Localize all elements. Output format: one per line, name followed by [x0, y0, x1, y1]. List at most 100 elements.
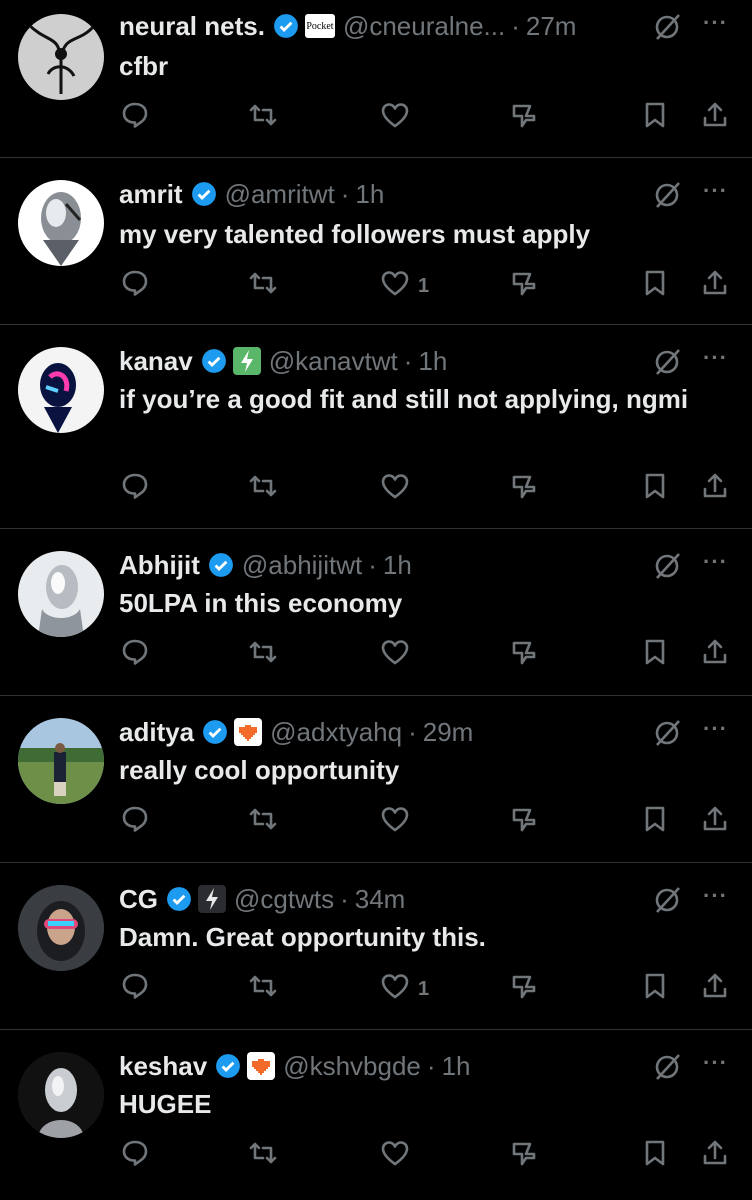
- author-handle[interactable]: @amritwt: [225, 179, 335, 210]
- author-name[interactable]: keshav: [119, 1051, 207, 1082]
- action-bar: 1: [0, 268, 752, 304]
- author-handle[interactable]: @kshvbgde: [283, 1051, 421, 1082]
- more-options-icon[interactable]: ···: [703, 178, 728, 204]
- avatar[interactable]: [18, 14, 104, 100]
- dislike-icon[interactable]: [510, 971, 544, 1005]
- dislike-icon[interactable]: [510, 268, 544, 302]
- bolt-badge-icon[interactable]: [232, 347, 261, 375]
- more-options-icon[interactable]: ···: [703, 345, 728, 371]
- reply-icon[interactable]: [120, 637, 154, 671]
- repost-icon[interactable]: [248, 804, 282, 838]
- post[interactable]: amrit @amritwt · 1h ··· my very talented…: [0, 158, 752, 325]
- post-time[interactable]: 29m: [423, 717, 474, 748]
- author-name[interactable]: Abhijit: [119, 550, 200, 581]
- author-name[interactable]: amrit: [119, 179, 183, 210]
- repost-icon[interactable]: [248, 100, 282, 134]
- more-options-icon[interactable]: ···: [703, 1050, 728, 1076]
- bookmark-icon[interactable]: [640, 100, 674, 134]
- repost-icon[interactable]: [248, 471, 282, 505]
- author-handle[interactable]: @adxtyahq: [270, 717, 402, 748]
- post[interactable]: CG @cgtwts · 34m ··· Damn. Great opportu…: [0, 863, 752, 1030]
- reply-icon[interactable]: [120, 804, 154, 838]
- more-options-icon[interactable]: ···: [703, 716, 728, 742]
- repost-icon[interactable]: [248, 637, 282, 671]
- like-icon[interactable]: [380, 268, 414, 302]
- pixel-heart-badge-icon[interactable]: [247, 1052, 276, 1080]
- reply-icon[interactable]: [120, 100, 154, 134]
- bookmark-icon[interactable]: [640, 471, 674, 505]
- grok-icon[interactable]: [652, 1052, 682, 1082]
- dislike-icon[interactable]: [510, 804, 544, 838]
- post-time[interactable]: 1h: [418, 346, 447, 377]
- more-options-icon[interactable]: ···: [703, 883, 728, 909]
- grok-icon[interactable]: [652, 551, 682, 581]
- share-icon[interactable]: [700, 471, 734, 505]
- author-handle[interactable]: @kanavtwt: [269, 346, 398, 377]
- bookmark-icon[interactable]: [640, 971, 674, 1005]
- avatar[interactable]: [18, 551, 104, 637]
- post[interactable]: aditya @adxtyahq · 29m ··· really cool o…: [0, 696, 752, 863]
- pixel-heart-badge-icon[interactable]: [234, 718, 263, 746]
- more-options-icon[interactable]: ···: [703, 10, 728, 36]
- share-icon[interactable]: [700, 971, 734, 1005]
- dislike-icon[interactable]: [510, 637, 544, 671]
- like-icon[interactable]: [380, 471, 414, 505]
- share-icon[interactable]: [700, 100, 734, 134]
- author-handle[interactable]: @cgtwts: [234, 884, 334, 915]
- repost-icon[interactable]: [248, 971, 282, 1005]
- post[interactable]: kanav @kanavtwt · 1h ··· if you’re a goo…: [0, 325, 752, 529]
- avatar[interactable]: [18, 180, 104, 266]
- avatar[interactable]: [18, 885, 104, 971]
- post[interactable]: keshav @kshvbgde · 1h ··· HUGEE: [0, 1030, 752, 1197]
- post-time[interactable]: 1h: [442, 1051, 471, 1082]
- repost-icon[interactable]: [248, 1138, 282, 1172]
- action-bar: [0, 1138, 752, 1174]
- post[interactable]: Abhijit @abhijitwt · 1h ··· 50LPA in thi…: [0, 529, 752, 696]
- more-options-icon[interactable]: ···: [703, 549, 728, 575]
- grok-icon[interactable]: [652, 12, 682, 42]
- post-time[interactable]: 34m: [355, 884, 406, 915]
- like-icon[interactable]: [380, 100, 414, 134]
- post-time[interactable]: 1h: [355, 179, 384, 210]
- share-icon[interactable]: [700, 637, 734, 671]
- like-icon[interactable]: [380, 1138, 414, 1172]
- bookmark-icon[interactable]: [640, 637, 674, 671]
- post[interactable]: neural nets. Pocket @cneuralne... · 27m …: [0, 0, 752, 158]
- author-name[interactable]: CG: [119, 884, 158, 915]
- dislike-icon[interactable]: [510, 1138, 544, 1172]
- grok-icon[interactable]: [652, 718, 682, 748]
- author-name[interactable]: aditya: [119, 717, 194, 748]
- bookmark-icon[interactable]: [640, 804, 674, 838]
- bolt-badge-icon[interactable]: [198, 885, 226, 913]
- author-name[interactable]: neural nets.: [119, 11, 265, 42]
- bookmark-icon[interactable]: [640, 1138, 674, 1172]
- author-handle[interactable]: @abhijitwt: [242, 550, 362, 581]
- bookmark-icon[interactable]: [640, 268, 674, 302]
- post-time[interactable]: 1h: [383, 550, 412, 581]
- reply-icon[interactable]: [120, 1138, 154, 1172]
- avatar[interactable]: [18, 347, 104, 433]
- grok-icon[interactable]: [652, 347, 682, 377]
- affiliate-badge[interactable]: Pocket: [304, 14, 335, 38]
- reply-icon[interactable]: [120, 471, 154, 505]
- post-header: neural nets. Pocket @cneuralne... · 27m: [119, 10, 632, 42]
- dislike-icon[interactable]: [510, 100, 544, 134]
- reply-icon[interactable]: [120, 268, 154, 302]
- post-header: aditya @adxtyahq · 29m: [119, 716, 632, 748]
- repost-icon[interactable]: [248, 268, 282, 302]
- post-time[interactable]: 27m: [526, 11, 577, 42]
- dislike-icon[interactable]: [510, 471, 544, 505]
- author-name[interactable]: kanav: [119, 346, 193, 377]
- share-icon[interactable]: [700, 804, 734, 838]
- like-icon[interactable]: [380, 971, 414, 1005]
- share-icon[interactable]: [700, 268, 734, 302]
- reply-icon[interactable]: [120, 971, 154, 1005]
- author-handle[interactable]: @cneuralne...: [343, 11, 505, 42]
- grok-icon[interactable]: [652, 180, 682, 210]
- avatar[interactable]: [18, 718, 104, 804]
- share-icon[interactable]: [700, 1138, 734, 1172]
- like-icon[interactable]: [380, 637, 414, 671]
- like-icon[interactable]: [380, 804, 414, 838]
- grok-icon[interactable]: [652, 885, 682, 915]
- avatar[interactable]: [18, 1052, 104, 1138]
